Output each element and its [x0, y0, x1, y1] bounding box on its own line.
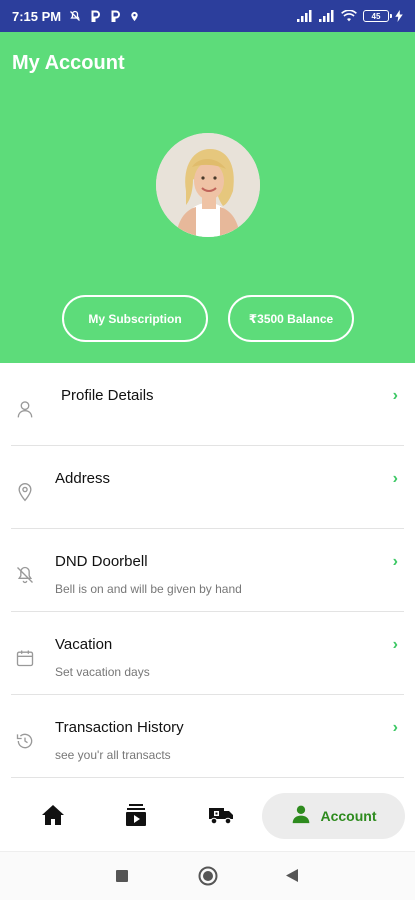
- home-circle-icon[interactable]: [198, 866, 218, 891]
- menu-title: Vacation: [55, 636, 113, 653]
- menu-title: Profile Details: [61, 387, 154, 404]
- my-subscription-button[interactable]: My Subscription: [62, 295, 208, 342]
- location-pin-icon: [13, 480, 37, 504]
- chevron-right-icon: ›: [392, 636, 398, 653]
- menu-title: Address: [55, 470, 111, 487]
- chevron-right-icon: ›: [392, 387, 398, 404]
- account-person-icon: [291, 804, 311, 829]
- signal-icon: [297, 10, 313, 22]
- p-app-icon: [89, 10, 101, 22]
- menu-title: Transaction History: [55, 719, 184, 736]
- nav-account-tab[interactable]: Account: [262, 793, 405, 839]
- chevron-right-icon: ›: [392, 553, 398, 570]
- menu-item-transaction-history[interactable]: Transaction History see you'r all transa…: [11, 695, 404, 778]
- user-icon: [13, 397, 37, 421]
- wifi-icon: [341, 10, 357, 22]
- bottom-navigation: Account: [0, 781, 415, 851]
- recent-apps-icon[interactable]: [116, 869, 128, 887]
- menu-subtitle: see you'r all transacts: [55, 748, 171, 762]
- menu-item-profile-details[interactable]: Profile Details ›: [11, 363, 404, 446]
- calendar-icon: [13, 646, 37, 670]
- menu-title: DND Doorbell: [55, 553, 148, 570]
- home-icon[interactable]: [37, 799, 69, 831]
- menu-subtitle: Set vacation days: [55, 665, 150, 679]
- delivery-truck-icon[interactable]: [205, 799, 237, 831]
- chevron-right-icon: ›: [392, 470, 398, 487]
- mute-icon: [69, 10, 81, 22]
- history-icon: [13, 729, 37, 753]
- account-menu-list: Profile Details › Address › DND Doorbell…: [0, 363, 415, 778]
- balance-button[interactable]: ₹3500 Balance: [228, 295, 354, 342]
- avatar[interactable]: [156, 133, 260, 237]
- signal-icon: [319, 10, 335, 22]
- bell-off-icon: [13, 563, 37, 587]
- page-title: My Account: [12, 52, 125, 74]
- battery-level: 45: [371, 11, 381, 21]
- status-bar: 7:15 PM 45: [0, 0, 415, 32]
- status-time: 7:15 PM: [12, 8, 62, 24]
- location-icon: [129, 10, 140, 23]
- menu-item-dnd-doorbell[interactable]: DND Doorbell Bell is on and will be give…: [11, 529, 404, 612]
- back-icon[interactable]: [286, 869, 298, 887]
- account-header: My Account My Subscription ₹3500 Balance: [0, 32, 415, 363]
- chevron-right-icon: ›: [392, 719, 398, 736]
- nav-account-label: Account: [320, 808, 377, 824]
- menu-subtitle: Bell is on and will be given by hand: [55, 582, 242, 596]
- system-navigation-bar: [0, 851, 415, 900]
- charging-icon: [395, 10, 403, 22]
- menu-item-vacation[interactable]: Vacation Set vacation days ›: [11, 612, 404, 695]
- battery-icon: 45: [363, 10, 392, 22]
- video-library-icon[interactable]: [120, 799, 152, 831]
- menu-item-address[interactable]: Address ›: [11, 446, 404, 529]
- p-app-icon: [109, 10, 121, 22]
